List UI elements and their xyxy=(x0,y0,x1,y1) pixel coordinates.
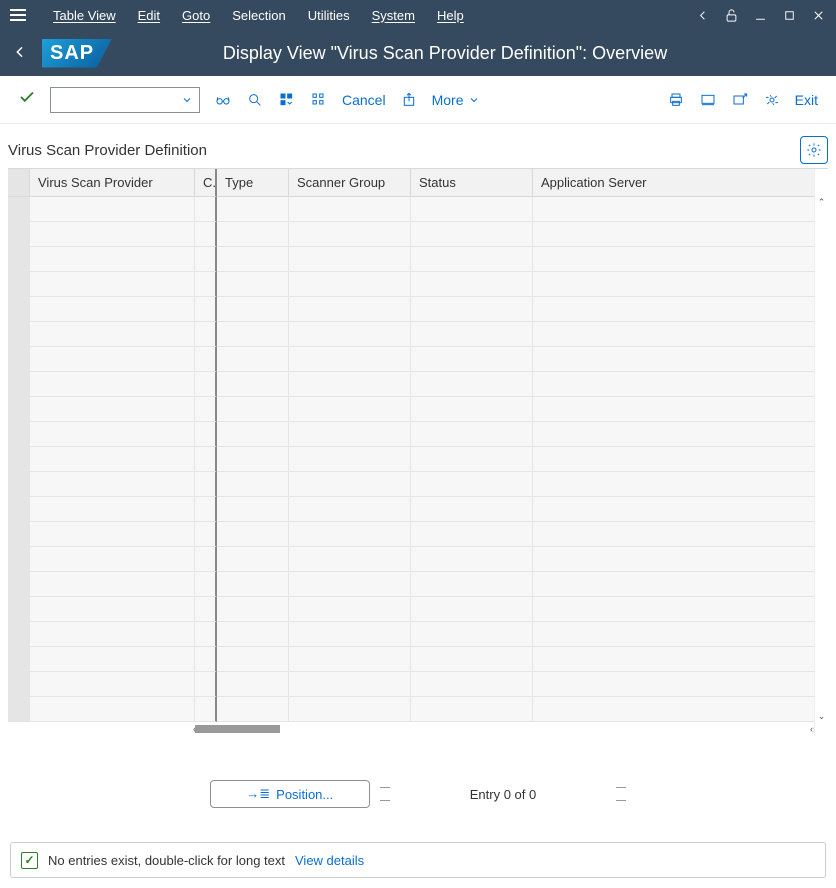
menu-system[interactable]: System xyxy=(362,3,425,28)
app-toolbar: Cancel More Exit xyxy=(0,76,836,124)
new-window-icon[interactable] xyxy=(731,91,749,109)
sap-logo: SAP xyxy=(42,39,112,68)
bracket-right xyxy=(616,787,626,801)
status-bar: ✓ No entries exist, double-click for lon… xyxy=(10,842,826,878)
table-row[interactable] xyxy=(8,447,814,472)
more-button[interactable]: More xyxy=(432,92,480,108)
view-details-link[interactable]: View details xyxy=(295,853,364,868)
print-icon[interactable] xyxy=(667,91,685,109)
column-status[interactable]: Status xyxy=(411,169,533,197)
menu-edit[interactable]: Edit xyxy=(128,3,170,28)
restore-icon[interactable] xyxy=(782,8,797,23)
position-icon: →≣ xyxy=(246,786,270,802)
table-row[interactable] xyxy=(8,597,814,622)
table-settings-button[interactable] xyxy=(800,136,828,164)
grid-collapse-icon[interactable] xyxy=(278,91,296,109)
search-icon[interactable] xyxy=(246,91,264,109)
table-row[interactable] xyxy=(8,697,814,722)
hamburger-icon[interactable] xyxy=(10,9,26,21)
menu-help[interactable]: Help xyxy=(427,3,474,28)
data-table: Virus Scan Provider C.. Type Scanner Gro… xyxy=(8,168,828,736)
grid-expand-icon[interactable] xyxy=(310,91,328,109)
table-row[interactable] xyxy=(8,322,814,347)
menu-bar: Table View Edit Goto Selection Utilities… xyxy=(0,0,836,30)
column-app-server[interactable]: Application Server xyxy=(533,169,814,197)
exit-button[interactable]: Exit xyxy=(795,92,818,108)
table-row[interactable] xyxy=(8,347,814,372)
close-icon[interactable] xyxy=(811,8,826,23)
save-button[interactable] xyxy=(18,88,36,111)
back-button[interactable] xyxy=(12,44,28,63)
table-row[interactable] xyxy=(8,547,814,572)
table-row[interactable] xyxy=(8,197,814,222)
table-row[interactable] xyxy=(8,522,814,547)
table-row[interactable] xyxy=(8,397,814,422)
horizontal-scrollbar[interactable]: ‹› ‹› xyxy=(8,722,814,736)
unlock-icon[interactable] xyxy=(724,8,739,23)
table-row[interactable] xyxy=(8,272,814,297)
toolbar-select[interactable] xyxy=(50,87,200,113)
minimize-icon[interactable] xyxy=(753,8,768,23)
menu-utilities[interactable]: Utilities xyxy=(298,3,360,28)
menu-selection[interactable]: Selection xyxy=(222,3,295,28)
column-c[interactable]: C.. xyxy=(195,169,217,197)
table-row[interactable] xyxy=(8,497,814,522)
section-title: Virus Scan Provider Definition xyxy=(8,142,207,159)
column-type[interactable]: Type xyxy=(217,169,289,197)
table-row[interactable] xyxy=(8,222,814,247)
glasses-icon[interactable] xyxy=(214,91,232,109)
entry-counter: Entry 0 of 0 xyxy=(400,787,606,802)
bracket-left xyxy=(380,787,390,801)
title-bar: SAP Display View "Virus Scan Provider De… xyxy=(0,30,836,76)
device-icon[interactable] xyxy=(699,91,717,109)
status-success-icon: ✓ xyxy=(21,852,38,869)
table-row[interactable] xyxy=(8,422,814,447)
vertical-scrollbar[interactable]: ⌃ ⌄ xyxy=(814,169,828,736)
menu-goto[interactable]: Goto xyxy=(172,3,220,28)
export-icon[interactable] xyxy=(400,91,418,109)
table-row[interactable] xyxy=(8,247,814,272)
column-scanner-group[interactable]: Scanner Group xyxy=(289,169,411,197)
table-row[interactable] xyxy=(8,372,814,397)
menu-table-view[interactable]: Table View xyxy=(43,3,126,28)
settings-icon[interactable] xyxy=(763,91,781,109)
table-row[interactable] xyxy=(8,472,814,497)
select-all-header[interactable] xyxy=(8,169,30,197)
table-row[interactable] xyxy=(8,572,814,597)
table-row[interactable] xyxy=(8,647,814,672)
column-provider[interactable]: Virus Scan Provider xyxy=(30,169,195,197)
table-row[interactable] xyxy=(8,297,814,322)
cancel-button[interactable]: Cancel xyxy=(342,92,386,108)
table-header: Virus Scan Provider C.. Type Scanner Gro… xyxy=(8,169,814,197)
table-row[interactable] xyxy=(8,672,814,697)
table-row[interactable] xyxy=(8,622,814,647)
position-button[interactable]: →≣ Position... xyxy=(210,780,370,808)
status-message[interactable]: No entries exist, double-click for long … xyxy=(48,853,285,868)
page-title: Display View "Virus Scan Provider Defini… xyxy=(126,43,824,64)
chevron-left-icon[interactable] xyxy=(695,8,710,23)
